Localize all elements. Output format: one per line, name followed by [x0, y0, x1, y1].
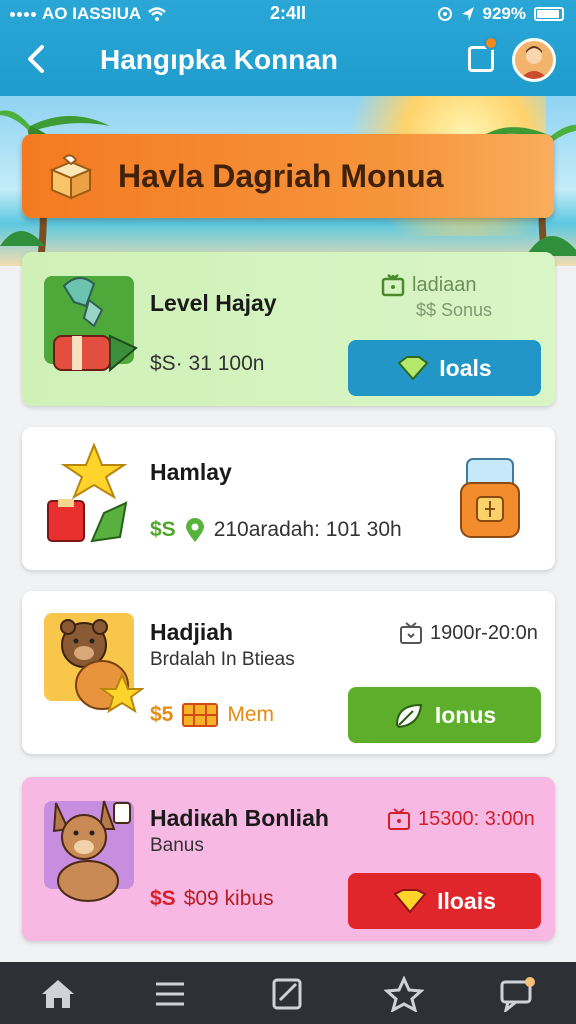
gift-box-icon	[49, 154, 93, 200]
card-title: Level Hajay	[150, 290, 277, 316]
reward-card-hadjiah[interactable]: Hadjiah Brdalah In Btieas 1900r-20:0n $5…	[22, 591, 555, 754]
bottom-nav	[0, 962, 576, 1024]
price-text: $S· 31 100n	[150, 352, 265, 375]
card-title: Hadjiah	[150, 619, 234, 645]
bonus-button[interactable]: Ionus	[348, 687, 541, 743]
card-thumbnail	[44, 442, 134, 543]
card-title: Hamlay	[150, 459, 232, 485]
card-title: Hadiкah Bonliah	[150, 805, 329, 831]
home-icon	[42, 980, 74, 1008]
ticket-icon	[182, 703, 219, 727]
star-outline-icon	[383, 975, 425, 1014]
card-thumbnail	[44, 276, 138, 373]
lunchbox-icon[interactable]	[457, 457, 523, 541]
chat-icon	[500, 977, 535, 1014]
side-text: 15300: 3:00n	[418, 807, 535, 830]
card-subtitle: Banus	[150, 835, 204, 856]
bear-mascot-icon	[60, 619, 144, 714]
notification-badge	[484, 36, 498, 50]
card-price: $5 Mem	[150, 701, 274, 729]
promo-banner[interactable]: Havla Dagriah Monua	[22, 134, 554, 218]
battery-percent: 929%	[482, 4, 526, 23]
price-symbol: $5	[150, 703, 174, 726]
card-subtitle: Brdalah In Btieas	[150, 649, 295, 670]
avatar[interactable]	[512, 38, 556, 82]
back-button[interactable]	[22, 42, 54, 78]
app-header: Hangıpka Konnan	[0, 30, 576, 90]
nav-menu[interactable]	[150, 976, 190, 1012]
claim-button[interactable]: Iloais	[348, 873, 541, 929]
menu-icon	[156, 982, 184, 1006]
gift-outline-icon	[381, 274, 405, 297]
edit-icon	[272, 978, 302, 1010]
gift-outline-icon	[388, 808, 410, 830]
card-price: $S 210aradah: 101 30h	[150, 517, 402, 543]
price-text: 210aradah: 101 30h	[213, 518, 402, 541]
card-side-time: 15300: 3:00n	[386, 807, 535, 831]
location-pin-icon	[185, 518, 204, 542]
card-thumbnail	[44, 613, 144, 714]
button-label: Ioals	[439, 354, 492, 381]
page-title: Hangıpka Konnan	[100, 44, 339, 75]
claim-button[interactable]: Ioals	[348, 340, 541, 396]
price-symbol: $S	[150, 887, 176, 910]
card-thumbnail	[44, 800, 134, 902]
star-rewards-icon	[47, 442, 128, 543]
leaf-icon	[395, 703, 422, 729]
nav-favorites[interactable]	[383, 975, 425, 1014]
diamond-icon	[397, 356, 429, 381]
reward-card-level[interactable]: Level Hajay $S· 31 100n ladiaan $$ Sonus…	[22, 252, 555, 406]
battery-icon	[534, 7, 564, 21]
chevron-left-icon	[28, 45, 44, 73]
user-avatar-icon	[520, 46, 548, 79]
status-right: 929%	[437, 4, 564, 24]
location-icon	[461, 7, 474, 21]
nav-home[interactable]	[38, 976, 78, 1012]
button-label: Ionus	[434, 701, 497, 728]
gift-outline-icon	[400, 622, 422, 644]
banner-title: Havla Dagriah Monua	[118, 158, 444, 194]
card-side-time: 1900r-20:0n	[398, 621, 538, 645]
reward-card-bonliah[interactable]: Hadiкah Bonliah Banus 15300: 3:00n $S $0…	[22, 777, 555, 941]
reward-items-icon	[53, 277, 138, 373]
side-line-1: ladiaan	[412, 273, 477, 296]
card-price: $S· 31 100n	[150, 352, 264, 376]
reward-card-hamlay[interactable]: Hamlay $S 210aradah: 101 30h	[22, 427, 555, 570]
side-text: 1900r-20:0n	[430, 621, 538, 644]
button-label: Iloais	[437, 887, 496, 914]
card-price: $S $09 kibus	[150, 887, 274, 911]
price-symbol: $S	[150, 518, 176, 541]
price-text: $09 kibus	[183, 887, 274, 910]
nav-messages[interactable]	[498, 976, 538, 1014]
diamond-icon	[393, 889, 427, 914]
nav-edit[interactable]	[268, 976, 308, 1012]
status-bar: AO IASSIUA 2:4II 929%	[0, 0, 576, 28]
top-bar: AO IASSIUA 2:4II 929% Hangıpka Konnan	[0, 0, 576, 96]
card-side-info: ladiaan	[380, 272, 477, 298]
card-side-bonus: $$ Sonus	[416, 300, 493, 320]
fox-mascot-icon	[52, 800, 131, 902]
price-text: Mem	[227, 703, 275, 726]
alarm-icon	[437, 7, 452, 21]
